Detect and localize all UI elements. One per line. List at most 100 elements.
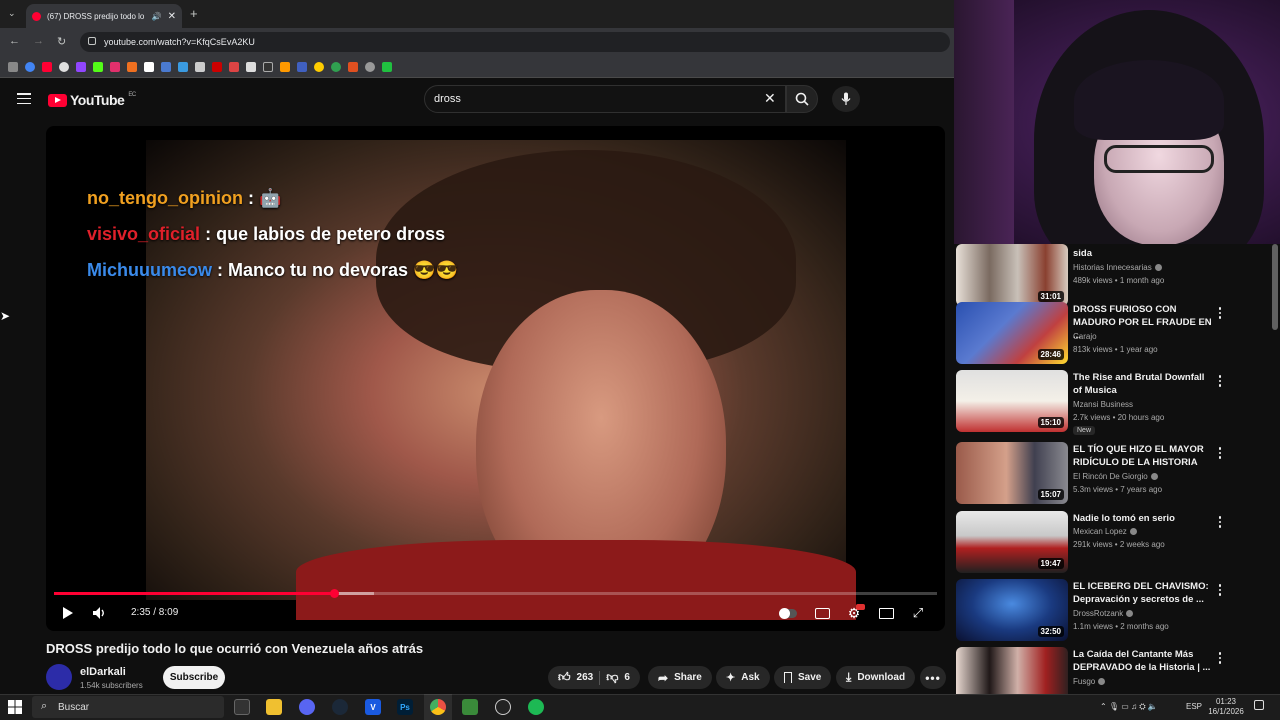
more-options-icon[interactable] (1214, 374, 1226, 388)
download-button[interactable]: ⤓ Download (836, 666, 916, 689)
tab-list-chevron-icon[interactable]: ⌄ (8, 8, 16, 19)
new-tab-icon[interactable]: + (190, 6, 198, 21)
bookmark-instagram-icon[interactable] (110, 61, 120, 72)
clear-search-icon[interactable]: ✕ (764, 90, 776, 107)
more-options-icon[interactable] (1214, 306, 1226, 320)
subtitles-button[interactable] (812, 604, 832, 622)
bookmark-sheets-icon[interactable] (382, 61, 392, 72)
photoshop-icon[interactable]: Ps (397, 699, 413, 715)
taskbar-app-icon[interactable] (234, 699, 250, 715)
hamburger-menu-icon[interactable] (17, 93, 31, 104)
url-input[interactable]: youtube.com/watch?v=KfqCsEvA2KU (80, 32, 950, 52)
tray-icons[interactable]: ⌃ 🎙 ▭ ♫ ⛭ 🔈 (1100, 702, 1158, 712)
recommendation-item[interactable]: La Caída del Cantante Más DEPRAVADO de l… (956, 647, 1278, 694)
recommendation-thumbnail[interactable] (956, 647, 1068, 694)
fullscreen-button[interactable]: ⤢ (908, 604, 928, 622)
recommendation-channel[interactable]: Fusgo (1073, 677, 1106, 686)
recommendation-title[interactable]: EL TÍO QUE HIZO EL MAYOR RIDÍCULO DE LA … (1073, 443, 1213, 469)
share-button[interactable]: ➦ Share (648, 666, 712, 689)
file-explorer-icon[interactable] (266, 699, 282, 715)
bookmark-site-icon[interactable] (195, 61, 205, 72)
speaker-icon[interactable]: 🔊 (152, 12, 162, 21)
search-button[interactable] (786, 85, 818, 113)
recommendation-title[interactable]: La Caída del Cantante Más DEPRAVADO de l… (1073, 648, 1213, 674)
recommendation-title[interactable]: sida (1073, 247, 1213, 260)
dislike-button[interactable]: 👎︎ 6 (606, 670, 630, 685)
recommendation-item[interactable]: 28:46 DROSS FURIOSO CON MADURO POR EL FR… (956, 302, 1278, 364)
recommendation-item[interactable]: 15:10 The Rise and Brutal Downfall of Mu… (956, 370, 1278, 435)
bookmark-site-icon[interactable] (297, 61, 307, 72)
recommendation-thumbnail[interactable]: 28:46 (956, 302, 1068, 364)
bookmark-site-icon[interactable] (348, 61, 358, 72)
like-button[interactable]: 👍︎ 263 (558, 670, 593, 685)
subscribe-button[interactable]: Subscribe (163, 666, 225, 689)
progress-scrubber[interactable] (330, 589, 339, 598)
save-button[interactable]: Save (774, 666, 832, 689)
recommendation-title[interactable]: The Rise and Brutal Downfall of Musica (1073, 371, 1213, 397)
recommendation-channel[interactable]: El Rincón De Giorgio (1073, 472, 1158, 481)
recommendation-thumbnail[interactable]: 32:50 (956, 579, 1068, 641)
bookmark-twitch-icon[interactable] (76, 61, 86, 72)
youtube-logo[interactable]: YouTube EC (48, 92, 136, 108)
sidebar-scrollbar-thumb[interactable] (1272, 244, 1278, 330)
language-indicator[interactable]: ESP (1186, 702, 1202, 711)
theater-mode-button[interactable] (876, 604, 896, 622)
recommendation-channel[interactable]: DrossRotzank (1073, 609, 1134, 618)
autoplay-toggle[interactable] (778, 604, 798, 622)
bookmark-google-icon[interactable] (25, 61, 35, 72)
volume-button[interactable] (90, 604, 110, 622)
clock[interactable]: 01:23 16/1/2026 (1204, 697, 1248, 717)
bookmark-site-icon[interactable] (127, 61, 137, 72)
bookmark-youtube-icon[interactable] (42, 61, 52, 72)
recommendation-thumbnail[interactable]: 15:07 (956, 442, 1068, 504)
more-actions-button[interactable]: ••• (920, 666, 946, 689)
recommendation-title[interactable]: Nadie lo tomó en serio (1073, 512, 1213, 525)
recommendation-title[interactable]: EL ICEBERG DEL CHAVISMO: Depravación y s… (1073, 580, 1213, 606)
more-options-icon[interactable] (1214, 515, 1226, 529)
search-input[interactable]: dross ✕ (424, 85, 786, 113)
more-options-icon[interactable] (1214, 446, 1226, 460)
bookmark-x-icon[interactable] (144, 61, 154, 72)
taskbar-search-box[interactable]: ⌕ Buscar (32, 696, 224, 718)
ask-button[interactable]: ✦ Ask (716, 666, 770, 689)
bookmark-site-icon[interactable] (314, 61, 324, 72)
recommendation-channel[interactable]: Mzansi Business (1073, 400, 1133, 409)
spotify-icon[interactable] (528, 699, 544, 715)
browser-tab[interactable]: (67) DROSS predijo todo lo 🔊 ✕ (26, 4, 182, 28)
site-info-icon[interactable] (88, 37, 96, 45)
recommendation-item[interactable]: 15:07 EL TÍO QUE HIZO EL MAYOR RIDÍCULO … (956, 442, 1278, 504)
play-button[interactable] (58, 604, 78, 622)
more-options-icon[interactable] (1214, 651, 1226, 665)
recommendation-thumbnail[interactable]: 15:10 (956, 370, 1068, 432)
video-player[interactable]: no_tengo_opinion : 🤖 visivo_oficial : qu… (46, 126, 945, 631)
notifications-icon[interactable] (1254, 700, 1264, 710)
close-tab-icon[interactable]: ✕ (168, 11, 176, 22)
recommendation-thumbnail[interactable]: 31:01 (956, 244, 1068, 306)
back-arrow-icon[interactable]: ← (9, 35, 20, 47)
recommendation-thumbnail[interactable]: 19:47 (956, 511, 1068, 573)
channel-name[interactable]: elDarkali (80, 666, 126, 678)
channel-avatar[interactable] (46, 664, 72, 690)
taskbar-app-icon[interactable] (462, 699, 478, 715)
recommendation-item[interactable]: 32:50 EL ICEBERG DEL CHAVISMO: Depravaci… (956, 579, 1278, 641)
bookmark-site-icon[interactable] (178, 61, 188, 72)
bookmark-site-icon[interactable] (280, 61, 290, 72)
reload-icon[interactable]: ↻ (57, 35, 66, 48)
forward-arrow-icon[interactable]: → (33, 35, 44, 47)
bookmark-kick-icon[interactable] (93, 61, 103, 72)
vegas-icon[interactable]: V (365, 699, 381, 715)
voice-search-button[interactable] (832, 86, 860, 112)
recommendation-item[interactable]: 19:47 Nadie lo tomó en serio Mexican Lop… (956, 511, 1278, 573)
obs-icon[interactable] (495, 699, 511, 715)
recommendation-channel[interactable]: Carajo (1073, 332, 1097, 341)
bookmark-site-icon[interactable] (212, 61, 222, 72)
bookmark-site-icon[interactable] (331, 61, 341, 72)
discord-icon[interactable] (299, 699, 315, 715)
more-options-icon[interactable] (1214, 583, 1226, 597)
bookmark-site-icon[interactable] (263, 61, 273, 72)
bookmark-site-icon[interactable] (229, 61, 239, 72)
bookmark-site-icon[interactable] (246, 61, 256, 72)
bookmark-site-icon[interactable] (161, 61, 171, 72)
apps-grid-icon[interactable] (8, 61, 18, 72)
bookmark-site-icon[interactable] (59, 61, 69, 72)
